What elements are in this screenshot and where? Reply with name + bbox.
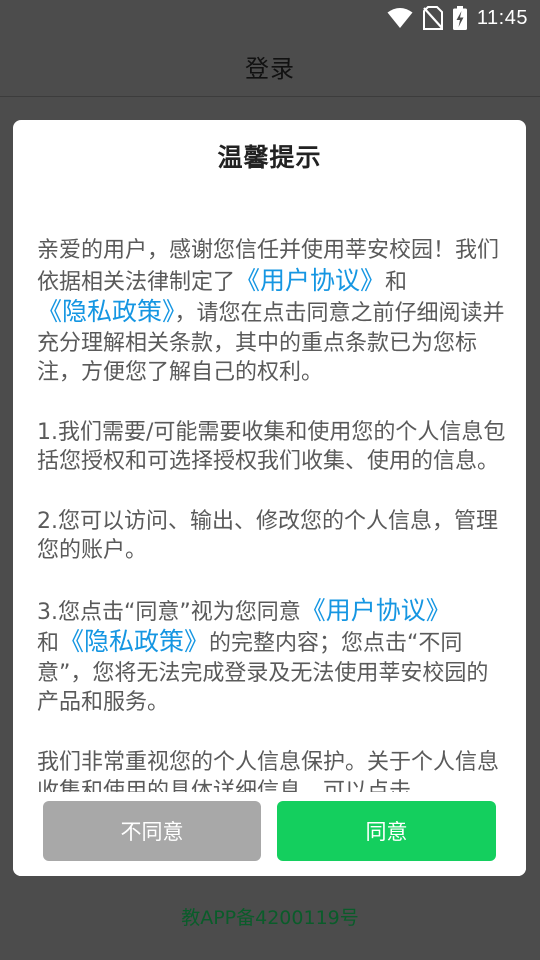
app-bar: 登录 (0, 36, 540, 97)
status-icons: 11:45 (387, 6, 528, 30)
status-bar: 11:45 (0, 0, 540, 36)
login-page: 11:45 登录 温馨提示 亲爱的用户，感谢您信任并使用莘安校园！我们依据相关法… (0, 0, 540, 960)
dialog-actions: 不同意 同意 (13, 792, 526, 876)
user-agreement-link[interactable]: 《用户协议》 (235, 266, 385, 295)
paragraph-access: 2.您可以访问、输出、修改您的个人信息，管理您的账户。 (37, 508, 498, 564)
privacy-policy-link-2[interactable]: 《隐私政策》 (59, 627, 209, 656)
dialog-body[interactable]: 亲爱的用户，感谢您信任并使用莘安校园！我们依据相关法律制定了《用户协议》和 《隐私… (37, 236, 507, 876)
disagree-button[interactable]: 不同意 (43, 801, 261, 861)
privacy-dialog: 温馨提示 亲爱的用户，感谢您信任并使用莘安校园！我们依据相关法律制定了《用户协议… (13, 120, 526, 876)
consent-text-b: 和 (37, 631, 60, 656)
user-agreement-link-2[interactable]: 《用户协议》 (301, 596, 451, 625)
dialog-title: 温馨提示 (217, 143, 322, 172)
no-sim-icon (422, 6, 443, 30)
battery-charging-icon (452, 6, 467, 30)
agree-button[interactable]: 同意 (277, 801, 496, 861)
status-time: 11:45 (476, 6, 528, 29)
page-title: 登录 (245, 54, 295, 83)
paragraph-collect: 1.我们需要/可能需要收集和使用您的个人信息包括您授权和可选择授权我们收集、使用… (37, 419, 506, 475)
paragraph-consent: 3.您点击“同意”视为您同意《用户协议》 和《隐私政策》的完整内容；您点击“不同意… (37, 596, 507, 718)
privacy-policy-link[interactable]: 《隐私政策》 (37, 297, 175, 326)
app-record-number: 教APP备4200119号 (181, 907, 359, 929)
wifi-icon (387, 7, 413, 29)
consent-text-a: 3.您点击“同意”视为您同意 (37, 599, 301, 625)
paragraph-intro: 亲爱的用户，感谢您信任并使用莘安校园！我们依据相关法律制定了《用户协议》和 《隐私… (37, 236, 507, 388)
intro-text-b: 和 (385, 269, 408, 295)
